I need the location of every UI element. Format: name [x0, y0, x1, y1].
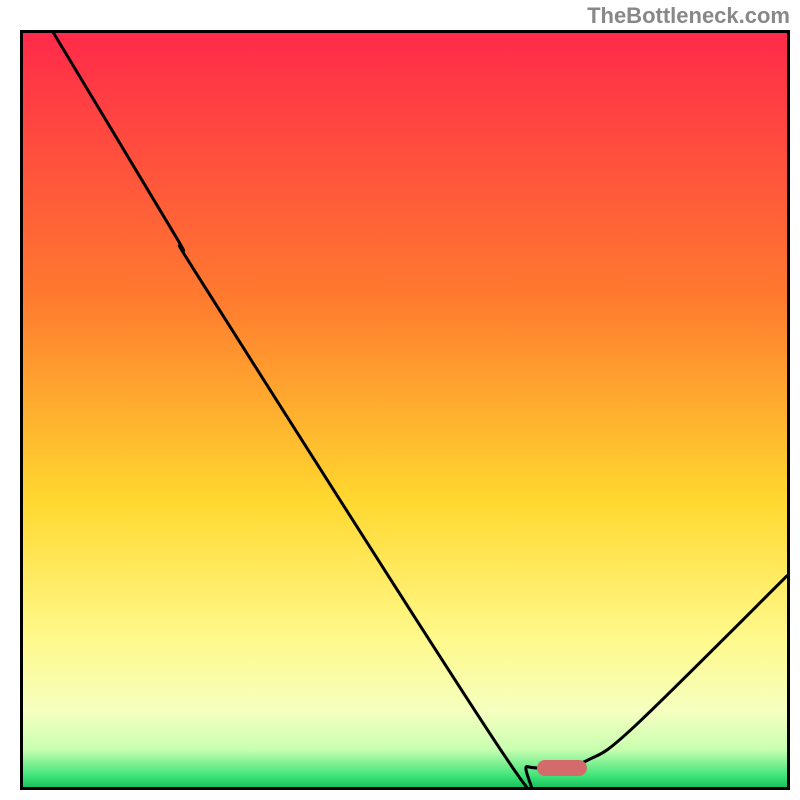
chart-container	[20, 30, 790, 790]
gradient-fill	[23, 33, 787, 787]
chart-background	[23, 33, 787, 787]
watermark-label: TheBottleneck.com	[587, 3, 790, 29]
optimal-marker	[537, 760, 587, 776]
